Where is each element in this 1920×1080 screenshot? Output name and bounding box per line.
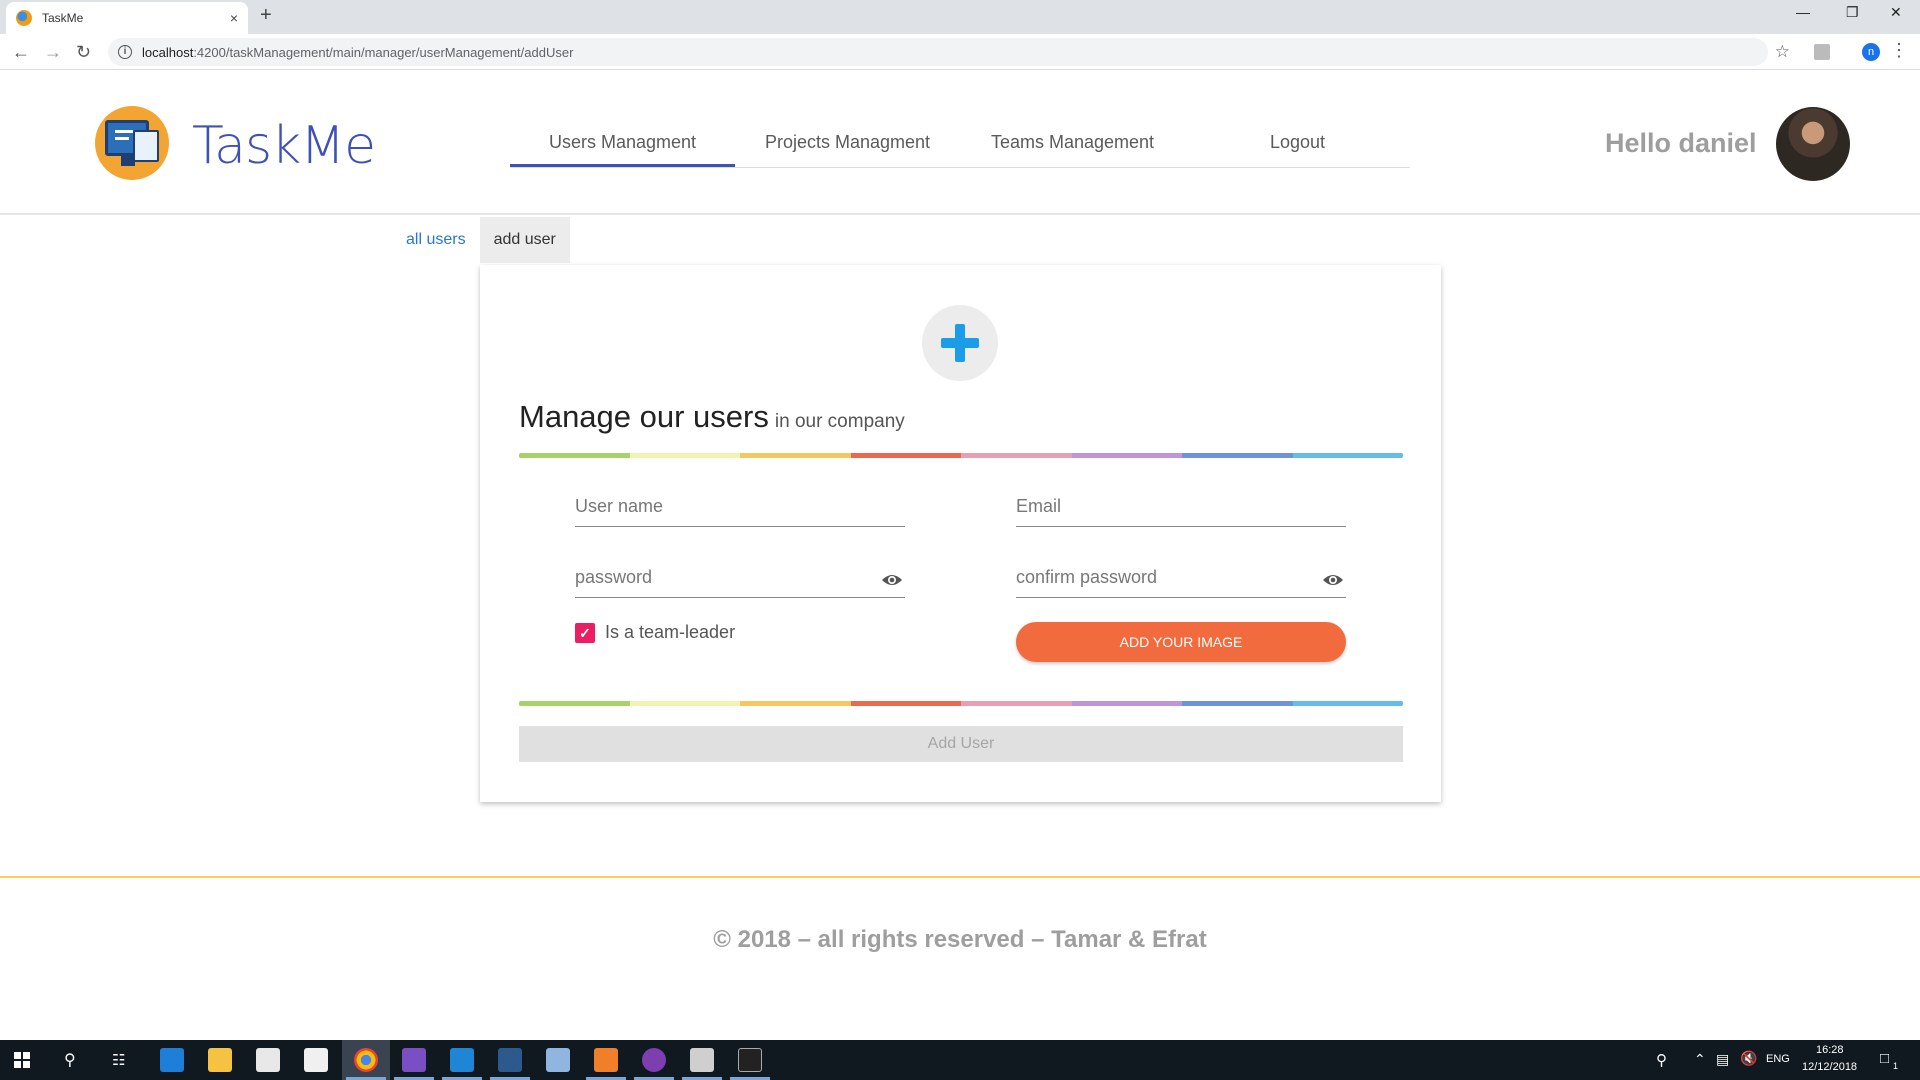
paint-icon[interactable] (690, 1048, 714, 1072)
rainbow-segment (740, 453, 851, 458)
footer-divider (0, 876, 1920, 878)
main-nav: Users Managment Projects Managment Teams… (510, 120, 1410, 168)
cube-app-icon[interactable] (546, 1048, 570, 1072)
rainbow-divider-bottom (519, 701, 1403, 706)
rainbow-segment (740, 701, 851, 706)
tab-add-user[interactable]: add user (479, 217, 570, 263)
email-field[interactable] (1016, 487, 1346, 527)
rainbow-segment (1071, 701, 1182, 706)
file-explorer-icon[interactable] (208, 1048, 232, 1072)
task-view-icon[interactable]: ☷ (112, 1051, 125, 1069)
volume-muted-icon[interactable]: 🔇 (1740, 1050, 1757, 1067)
vscode-icon[interactable] (450, 1048, 474, 1072)
app-header: TaskMe Users Managment Projects Managmen… (0, 71, 1920, 215)
browser-tabbar: TaskMe × + — ❐ ✕ (0, 0, 1920, 34)
username-input[interactable] (575, 487, 865, 525)
clock-date[interactable]: 12/12/2018 (1802, 1061, 1857, 1073)
windows-start-icon[interactable] (14, 1052, 30, 1068)
password-field[interactable] (575, 558, 905, 598)
rainbow-segment (519, 453, 630, 458)
search-icon[interactable]: ⚲ (64, 1050, 76, 1070)
rainbow-segment (850, 701, 961, 706)
confirm-password-input[interactable] (1016, 558, 1306, 596)
user-subtabs: all users add user (392, 217, 570, 263)
rainbow-segment (519, 701, 630, 706)
email-input[interactable] (1016, 487, 1306, 525)
rainbow-divider-top (519, 453, 1403, 458)
footer-copyright: © 2018 – all rights reserved – Tamar & E… (713, 926, 1207, 953)
username-field[interactable] (575, 487, 905, 527)
tab-title: TaskMe (42, 11, 84, 25)
language-indicator[interactable]: ENG (1766, 1053, 1790, 1065)
new-tab-button[interactable]: + (260, 4, 272, 27)
info-icon[interactable]: i (118, 45, 132, 59)
chrome-icon[interactable] (354, 1048, 378, 1072)
reload-icon[interactable]: ↻ (76, 42, 91, 63)
close-window-icon[interactable]: ✕ (1890, 4, 1902, 21)
people-icon[interactable]: ⚲ (1656, 1051, 1667, 1069)
rainbow-segment (629, 701, 740, 706)
user-avatar[interactable] (1776, 107, 1850, 181)
rainbow-segment (1292, 453, 1403, 458)
rainbow-segment (1071, 453, 1182, 458)
rainbow-segment (1182, 453, 1293, 458)
network-icon[interactable]: ▤ (1716, 1051, 1729, 1068)
browser-menu-icon[interactable]: ⋮ (1890, 40, 1908, 61)
visual-studio-icon[interactable] (402, 1048, 426, 1072)
address-bar: ← → ↻ i localhost:4200/taskManagement/ma… (0, 34, 1920, 70)
form-title: Manage our users in our company (519, 399, 905, 434)
notifications-icon[interactable]: □ (1880, 1050, 1889, 1067)
brand-title: TaskMe (192, 116, 376, 176)
back-arrow-icon[interactable]: ← (12, 42, 30, 63)
podcast-app-icon[interactable] (642, 1048, 666, 1072)
rainbow-segment (1182, 701, 1293, 706)
rainbow-segment (1292, 701, 1403, 706)
nav-users-management[interactable]: Users Managment (510, 120, 735, 167)
terminal-icon[interactable] (738, 1048, 762, 1072)
close-tab-icon[interactable]: × (230, 10, 238, 26)
sql-server-icon[interactable] (498, 1048, 522, 1072)
browser-tab[interactable]: TaskMe × (6, 2, 248, 34)
nav-teams-management[interactable]: Teams Management (960, 120, 1185, 167)
profile-avatar-icon[interactable]: n (1862, 43, 1880, 61)
add-image-button[interactable]: ADD YOUR IMAGE (1016, 622, 1346, 662)
add-user-button[interactable]: Add User (519, 726, 1403, 762)
rainbow-segment (961, 453, 1072, 458)
add-user-card: Manage our usersin our company ✓ Is a te… (480, 265, 1441, 802)
bookmark-star-icon[interactable]: ☆ (1775, 42, 1790, 62)
chevron-up-icon[interactable]: ⌃ (1694, 1051, 1706, 1068)
clock-time[interactable]: 16:28 (1816, 1044, 1844, 1056)
confirm-password-field[interactable] (1016, 558, 1346, 598)
forward-arrow-icon[interactable]: → (44, 42, 62, 63)
notification-count: 1 (1893, 1061, 1899, 1071)
tab-all-users[interactable]: all users (392, 217, 480, 263)
rainbow-segment (629, 453, 740, 458)
url-text: localhost:4200/taskManagement/main/manag… (142, 44, 574, 60)
eye-icon[interactable] (881, 573, 903, 587)
form-subtitle: in our company (774, 411, 905, 432)
edge-icon[interactable] (160, 1048, 184, 1072)
nav-logout[interactable]: Logout (1185, 120, 1410, 167)
xampp-icon[interactable] (594, 1048, 618, 1072)
team-leader-checkbox[interactable]: ✓ (575, 622, 595, 643)
password-input[interactable] (575, 558, 865, 596)
restore-icon[interactable]: ❐ (1846, 4, 1859, 21)
extension-icon[interactable] (1814, 44, 1830, 60)
mail-icon[interactable] (304, 1048, 328, 1072)
taskme-favicon-icon (16, 10, 32, 26)
greeting: Hello daniel (1605, 128, 1757, 158)
nav-projects-management[interactable]: Projects Managment (735, 120, 960, 167)
url-field[interactable]: i localhost:4200/taskManagement/main/man… (108, 38, 1768, 66)
plus-icon (922, 305, 998, 381)
team-leader-row: ✓ Is a team-leader (575, 622, 735, 643)
eye-icon[interactable] (1322, 573, 1344, 587)
team-leader-label: Is a team-leader (605, 622, 736, 642)
taskme-logo (95, 106, 169, 180)
windows-taskbar: ⚲ ☷ ⚲ ⌃ ▤ 🔇 ENG 16:28 12/12/2018 □ 1 (0, 1040, 1920, 1080)
rainbow-segment (961, 701, 1072, 706)
rainbow-segment (850, 453, 961, 458)
store-icon[interactable] (256, 1048, 280, 1072)
minimize-icon[interactable]: — (1796, 4, 1810, 20)
